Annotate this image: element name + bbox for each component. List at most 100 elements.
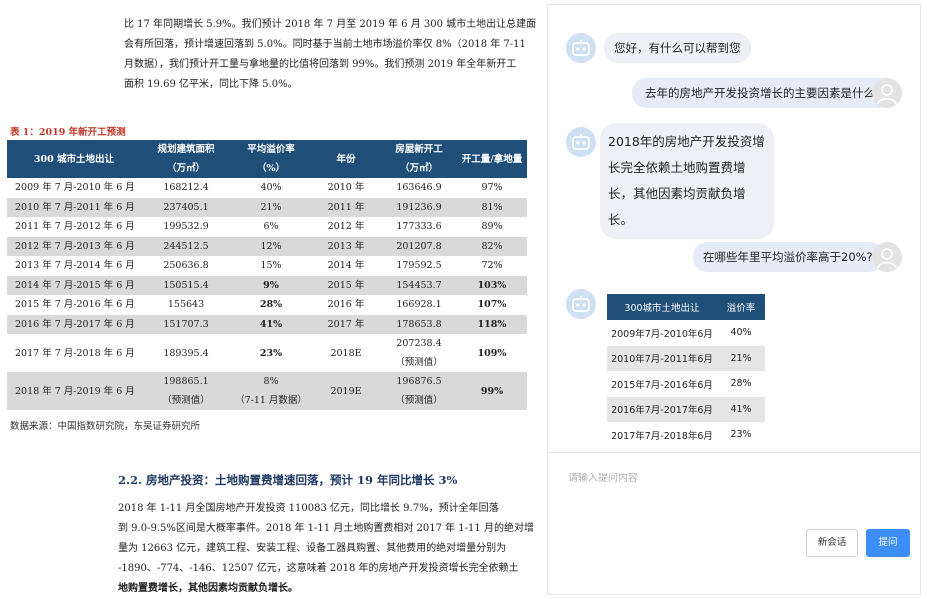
table-cell: 2014 年 7 月-2015 年 6 月 bbox=[7, 275, 141, 295]
table-cell: 97% bbox=[457, 178, 527, 198]
table-cell: 207238.4 （预测值） bbox=[381, 334, 457, 372]
table-cell: 2010 年 bbox=[311, 178, 381, 198]
table-cell: 2015 年 7 月-2016 年 6 月 bbox=[7, 295, 141, 315]
text-line: -1890、-774、-146、12507 亿元，这意味着 2018 年的房地产… bbox=[118, 563, 519, 574]
table-cell: 107% bbox=[457, 295, 527, 315]
text-line: 地购置费增长，其他因素均贡献负增长。 bbox=[118, 583, 298, 594]
cell-text: 154453.7 bbox=[396, 279, 442, 291]
table-cell: 201207.8 bbox=[381, 236, 457, 256]
table-cell: 2016 年 7 月-2017 年 6 月 bbox=[7, 314, 141, 334]
table-cell: 198865.1 （预测值） bbox=[141, 372, 231, 410]
table-cell: 155643 bbox=[141, 295, 231, 315]
table-row: 2017年7月-2018年6月 23% bbox=[607, 422, 765, 448]
table-cell: 2011 年 7 月-2012 年 6 月 bbox=[7, 217, 141, 237]
table-cell: 2015年7月-2016年6月 bbox=[611, 379, 713, 391]
table-cell: 250636.8 bbox=[141, 256, 231, 276]
cell-text: 198865.1 bbox=[163, 376, 209, 387]
table-row: 2010年7月-2011年6月 21% bbox=[607, 345, 765, 371]
cell-text: 8% bbox=[263, 376, 279, 387]
column-header: 规划建筑面积 （万㎡） bbox=[141, 140, 231, 178]
table-cell: 82% bbox=[457, 236, 527, 256]
table-cell: 8% （7-11 月数据） bbox=[231, 372, 311, 410]
new-construction-forecast-table: 300 城市土地出让 规划建筑面积 （万㎡） 平均溢价率 （%） 年份 房屋新开工 （万㎡） 开… bbox=[7, 140, 527, 410]
data-source-note: 数据来源：中国指数研究院，东吴证券研究所 bbox=[10, 421, 201, 432]
column-header: 平均溢价率 （%） bbox=[231, 140, 311, 178]
table-cell: 6% bbox=[231, 217, 311, 237]
header-text: （万㎡） bbox=[166, 163, 205, 174]
text-line: 月数据），我们预计开工量与拿地量的比值将回落到 99%。我们预测 2019 年全… bbox=[124, 59, 517, 70]
cell-text: 2018E bbox=[330, 347, 362, 359]
table-cell: 2015 年 bbox=[311, 275, 381, 295]
table-row: 2018 年 7 月-2019 年 6 月 198865.1 （预测值） 8% （7-1… bbox=[7, 372, 527, 410]
table-cell: 196876.5 （预测值） bbox=[381, 372, 457, 410]
table-cell: 28% bbox=[231, 295, 311, 315]
table-row: 2014 年 7 月-2015 年 6 月 150515.4 9% 2015 年 154… bbox=[7, 275, 527, 295]
table-cell: 2009年7月-2010年6月 bbox=[611, 328, 713, 340]
table-cell: 12% bbox=[231, 236, 311, 256]
cell-text: 2012 年 bbox=[327, 221, 365, 233]
column-header: 开工量/拿地量 bbox=[457, 140, 527, 178]
table-cell: 21% bbox=[231, 197, 311, 217]
cell-text: 82% bbox=[481, 240, 503, 252]
table-cell: 23% bbox=[231, 334, 311, 372]
bot-message-answer: 2018年的房地产开发投资增长完全依赖土地购置费增长，其他因素均贡献负增长。 bbox=[600, 123, 774, 239]
cell-text: 28% bbox=[259, 299, 283, 311]
table-cell: 40% bbox=[730, 327, 752, 339]
table-row: 2009 年 7 月-2010 年 6 月 168212.4 40% 2010 年 16… bbox=[7, 178, 527, 198]
table-cell: 2013 年 7 月-2014 年 6 月 bbox=[7, 256, 141, 276]
new-chat-button[interactable]: 新会话 bbox=[806, 529, 858, 557]
table-header-row: 300 城市土地出让 规划建筑面积 （万㎡） 平均溢价率 （%） 年份 房屋新开工 （万㎡） 开… bbox=[7, 140, 527, 178]
user-avatar-icon bbox=[872, 242, 902, 272]
table-row: 2015 年 7 月-2016 年 6 月 155643 28% 2016 年 1669… bbox=[7, 295, 527, 315]
cell-text: （预测值） bbox=[162, 395, 210, 406]
table-cell: 2009 年 7 月-2010 年 6 月 bbox=[7, 178, 141, 198]
table-row: 2009年7月-2010年6月 40% bbox=[607, 320, 765, 346]
header-text: 房屋新开工 bbox=[395, 144, 443, 155]
table-cell: 21% bbox=[717, 345, 765, 371]
cell-text: 15% bbox=[260, 260, 282, 272]
text-line: 到 9.0-9.5%区间是大概率事件。2018 年 1-11 月土地购置费相对 … bbox=[118, 523, 534, 534]
table-cell: 2010年7月-2011年6月 bbox=[607, 345, 717, 371]
cell-text: 118% bbox=[477, 318, 507, 330]
cell-text: 191236.9 bbox=[396, 201, 442, 213]
cell-text: 109% bbox=[477, 347, 507, 359]
cell-text: 2016 年 7 月-2017 年 6 月 bbox=[15, 318, 135, 330]
robot-icon bbox=[566, 127, 596, 157]
cell-text: 40% bbox=[260, 182, 282, 194]
table-row: 2011 年 7 月-2012 年 6 月 199532.9 6% 2012 年 177… bbox=[7, 217, 527, 237]
table-cell: 199532.9 bbox=[141, 217, 231, 237]
cell-text: 72% bbox=[481, 260, 503, 272]
cell-text: 2010 年 7 月-2011 年 6 月 bbox=[15, 201, 135, 213]
table-cell: 179592.5 bbox=[381, 256, 457, 276]
chat-panel: 您好，有什么可以帮到您 去年的房地产开发投资增长的主要因素是什么? 2018年的… bbox=[547, 4, 921, 595]
cell-text: 177333.6 bbox=[396, 221, 442, 233]
cell-text: 237405.1 bbox=[163, 201, 209, 213]
table-cell: 2012 年 7 月-2013 年 6 月 bbox=[7, 236, 141, 256]
cell-text: 179592.5 bbox=[396, 260, 442, 272]
input-divider bbox=[548, 452, 920, 453]
header-text: （%） bbox=[256, 163, 286, 174]
cell-text: （预测值） bbox=[395, 395, 443, 406]
user-message-q1: 去年的房地产开发投资增长的主要因素是什么? bbox=[632, 78, 895, 108]
cell-text: 2014 年 7 月-2015 年 6 月 bbox=[15, 279, 135, 291]
table-cell: 2011 年 bbox=[311, 197, 381, 217]
table-cell: 2017年7月-2018年6月 bbox=[611, 430, 713, 442]
table-cell: 189395.4 bbox=[141, 334, 231, 372]
table-cell: 163646.9 bbox=[381, 178, 457, 198]
header-text: 300 城市土地出让 bbox=[33, 153, 115, 165]
cell-text: 207238.4 bbox=[396, 338, 442, 349]
table-cell: 23% bbox=[730, 429, 752, 441]
section-title: 2.2. 房地产投资：土地购置费增速回落，预计 19 年同比增长 3% bbox=[118, 473, 458, 487]
cell-text: 2019E bbox=[330, 385, 362, 397]
header-text: 规划建筑面积 bbox=[157, 144, 215, 155]
ask-button[interactable]: 提问 bbox=[866, 529, 910, 557]
cell-text: 2011 年 7 月-2012 年 6 月 bbox=[15, 221, 135, 233]
user-avatar-icon bbox=[872, 78, 902, 108]
table-cell: 40% bbox=[231, 178, 311, 198]
cell-text: 244512.5 bbox=[163, 240, 209, 252]
cell-text: 81% bbox=[481, 201, 503, 213]
question-input[interactable] bbox=[568, 473, 898, 484]
table-row: 2013 年 7 月-2014 年 6 月 250636.8 15% 2014 年 17… bbox=[7, 256, 527, 276]
table-cell: 177333.6 bbox=[381, 217, 457, 237]
table-cell: 41% bbox=[231, 314, 311, 334]
